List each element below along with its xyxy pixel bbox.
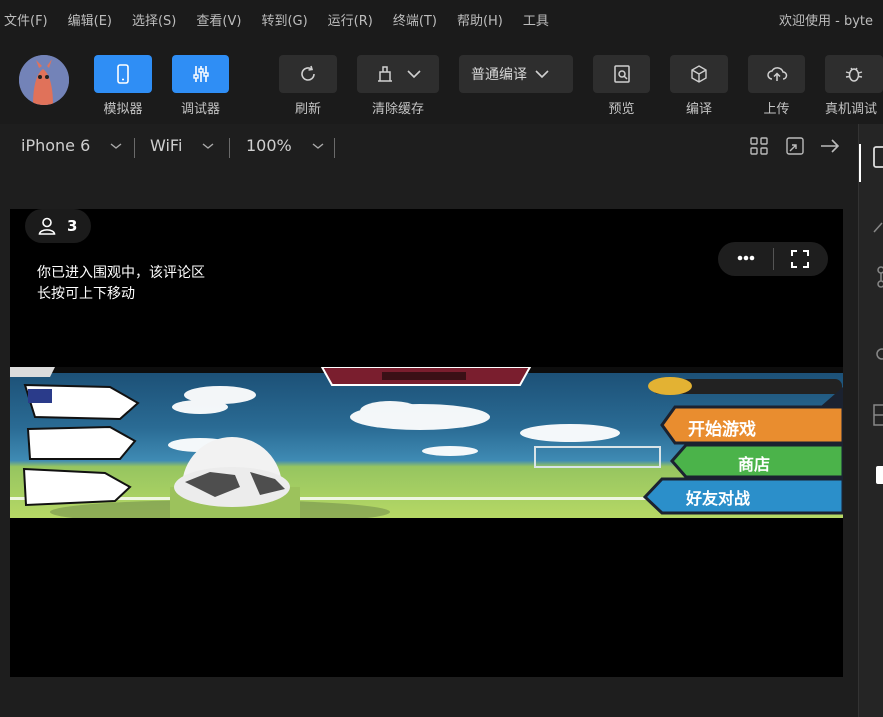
popout-icon[interactable] (786, 137, 804, 155)
broom-icon (378, 66, 392, 82)
cloud-upload-icon (766, 67, 787, 81)
preview-label: 预览 (608, 102, 635, 117)
notice-line-1: 你已进入围观中，该评论区 (37, 265, 205, 281)
menu-view[interactable]: 查看(V) (186, 10, 251, 29)
friend-battle-button[interactable]: 好友对战 (686, 485, 750, 509)
simulator-label: 模拟器 (103, 102, 143, 117)
avatar-icon (19, 55, 69, 105)
simulator-screen: 3 你已进入围观中，该评论区 长按可上下移动 开始游戏 商店 好友对战 (10, 209, 843, 677)
device-model-value: iPhone 6 (21, 136, 91, 155)
zoom-value: 100% (246, 136, 292, 155)
menu-bar: 文件(F) 编辑(E) 选择(S) 查看(V) 转到(G) 运行(R) 终端(T… (0, 0, 883, 38)
arrow-right-icon[interactable] (820, 137, 840, 155)
start-game-button[interactable]: 开始游戏 (688, 415, 756, 440)
debugger-button[interactable] (172, 55, 229, 93)
notice-line-2: 长按可上下移动 (37, 286, 135, 302)
sliders-icon (192, 66, 209, 82)
menu-run[interactable]: 运行(R) (318, 10, 383, 29)
debugger-label: 调试器 (180, 102, 220, 117)
simulator-button[interactable] (94, 55, 152, 93)
device-debug-button[interactable] (825, 55, 883, 93)
upload-button[interactable] (748, 55, 805, 93)
upload-label: 上传 (763, 102, 790, 117)
toolbar: 模拟器 调试器 刷新 清除缓存 普通编译 预览 编译 上传 真机调试 (0, 38, 883, 124)
cube-icon (691, 65, 707, 83)
menu-tools[interactable]: 工具 (513, 10, 559, 29)
divider (334, 138, 335, 158)
viewer-count-badge[interactable]: 3 (25, 209, 92, 243)
compile-label: 编译 (685, 102, 712, 117)
menu-file[interactable]: 文件(F) (0, 10, 58, 29)
spectator-notice: 你已进入围观中，该评论区 长按可上下移动 (37, 263, 205, 305)
compile-mode-value: 普通编译 (471, 67, 527, 83)
capsule-divider (773, 248, 774, 270)
viewer-count: 3 (67, 217, 78, 235)
grid-icon[interactable] (750, 137, 768, 155)
refresh-icon (301, 65, 315, 81)
refresh-label: 刷新 (294, 102, 321, 117)
phone-icon (117, 64, 129, 84)
preview-icon (613, 65, 630, 83)
page-icon[interactable] (873, 146, 883, 168)
device-model-select[interactable]: iPhone 6 (21, 136, 122, 155)
network-select[interactable]: WiFi (150, 136, 214, 155)
chevron-down-icon (202, 142, 214, 149)
avatar[interactable] (19, 55, 69, 105)
refresh-button[interactable] (279, 55, 337, 93)
shop-button[interactable]: 商店 (738, 451, 770, 475)
preview-button[interactable] (593, 55, 650, 93)
menu-select[interactable]: 选择(S) (122, 10, 186, 29)
compile-mode-select[interactable]: 普通编译 (459, 55, 573, 93)
mini-program-capsule (718, 242, 828, 276)
divider (229, 138, 230, 158)
device-debug-label: 真机调试 (825, 102, 878, 117)
more-icon[interactable] (737, 255, 755, 261)
chevron-down-icon (110, 142, 122, 149)
clear-cache-button[interactable] (357, 55, 439, 93)
active-indicator (859, 144, 861, 182)
network-value: WiFi (150, 136, 183, 155)
chevron-up-icon[interactable] (873, 220, 883, 234)
chevron-down-icon (407, 70, 421, 79)
game-canvas[interactable]: 开始游戏 商店 好友对战 (10, 367, 843, 518)
debug-icon[interactable] (873, 346, 883, 362)
menu-goto[interactable]: 转到(G) (251, 10, 317, 29)
compile-button[interactable] (670, 55, 728, 93)
device-bar: iPhone 6 WiFi 100% (0, 124, 858, 170)
divider (134, 138, 135, 158)
zoom-select[interactable]: 100% (246, 136, 324, 155)
clear-cache-label: 清除缓存 (371, 102, 424, 117)
branch-icon[interactable] (873, 266, 883, 288)
bug-icon (845, 67, 863, 82)
menu-help[interactable]: 帮助(H) (447, 10, 513, 29)
extensions-icon[interactable] (873, 404, 883, 426)
chevron-down-icon (312, 142, 324, 149)
menu-terminal[interactable]: 终端(T) (383, 10, 447, 29)
panel-tab-icon[interactable] (876, 466, 883, 484)
chevron-down-icon (535, 70, 549, 79)
right-side-panel (858, 124, 883, 717)
window-title: 欢迎使用 - byte (779, 14, 873, 29)
menu-edit[interactable]: 编辑(E) (58, 10, 122, 29)
fullscreen-icon[interactable] (791, 250, 809, 268)
user-icon (38, 217, 56, 235)
